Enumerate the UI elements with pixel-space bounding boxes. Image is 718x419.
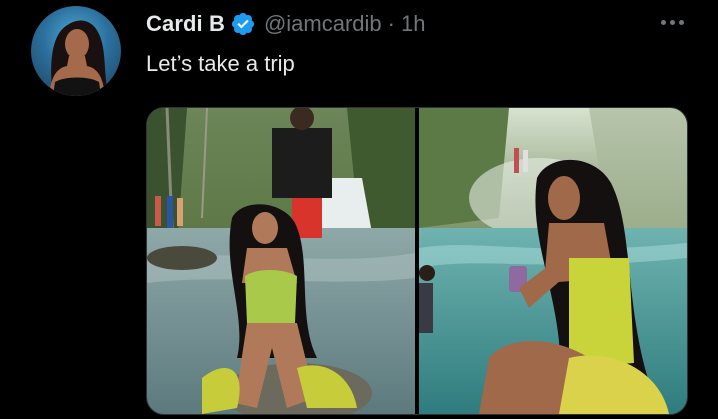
verified-badge-icon (230, 11, 256, 37)
timestamp[interactable]: 1h (401, 11, 425, 37)
media-grid (146, 107, 688, 415)
display-name[interactable]: Cardi B (146, 11, 225, 37)
tweet-header: Cardi B @iamcardib · 1h (146, 9, 425, 39)
tweet[interactable]: Cardi B @iamcardib · 1h Let’s take a tri… (0, 0, 718, 419)
more-dot (669, 19, 675, 25)
more-options-icon[interactable] (655, 10, 689, 34)
separator: · (387, 11, 395, 36)
tweet-text: Let’s take a trip (146, 51, 295, 76)
media-photo[interactable] (147, 108, 415, 414)
avatar-image (49, 20, 109, 96)
more-dot (678, 19, 684, 25)
photo-image (419, 108, 687, 414)
more-dot (660, 19, 666, 25)
avatar[interactable] (31, 6, 121, 96)
handle[interactable]: @iamcardib (264, 11, 382, 37)
photo-image (147, 108, 415, 414)
media-photo[interactable] (419, 108, 687, 414)
